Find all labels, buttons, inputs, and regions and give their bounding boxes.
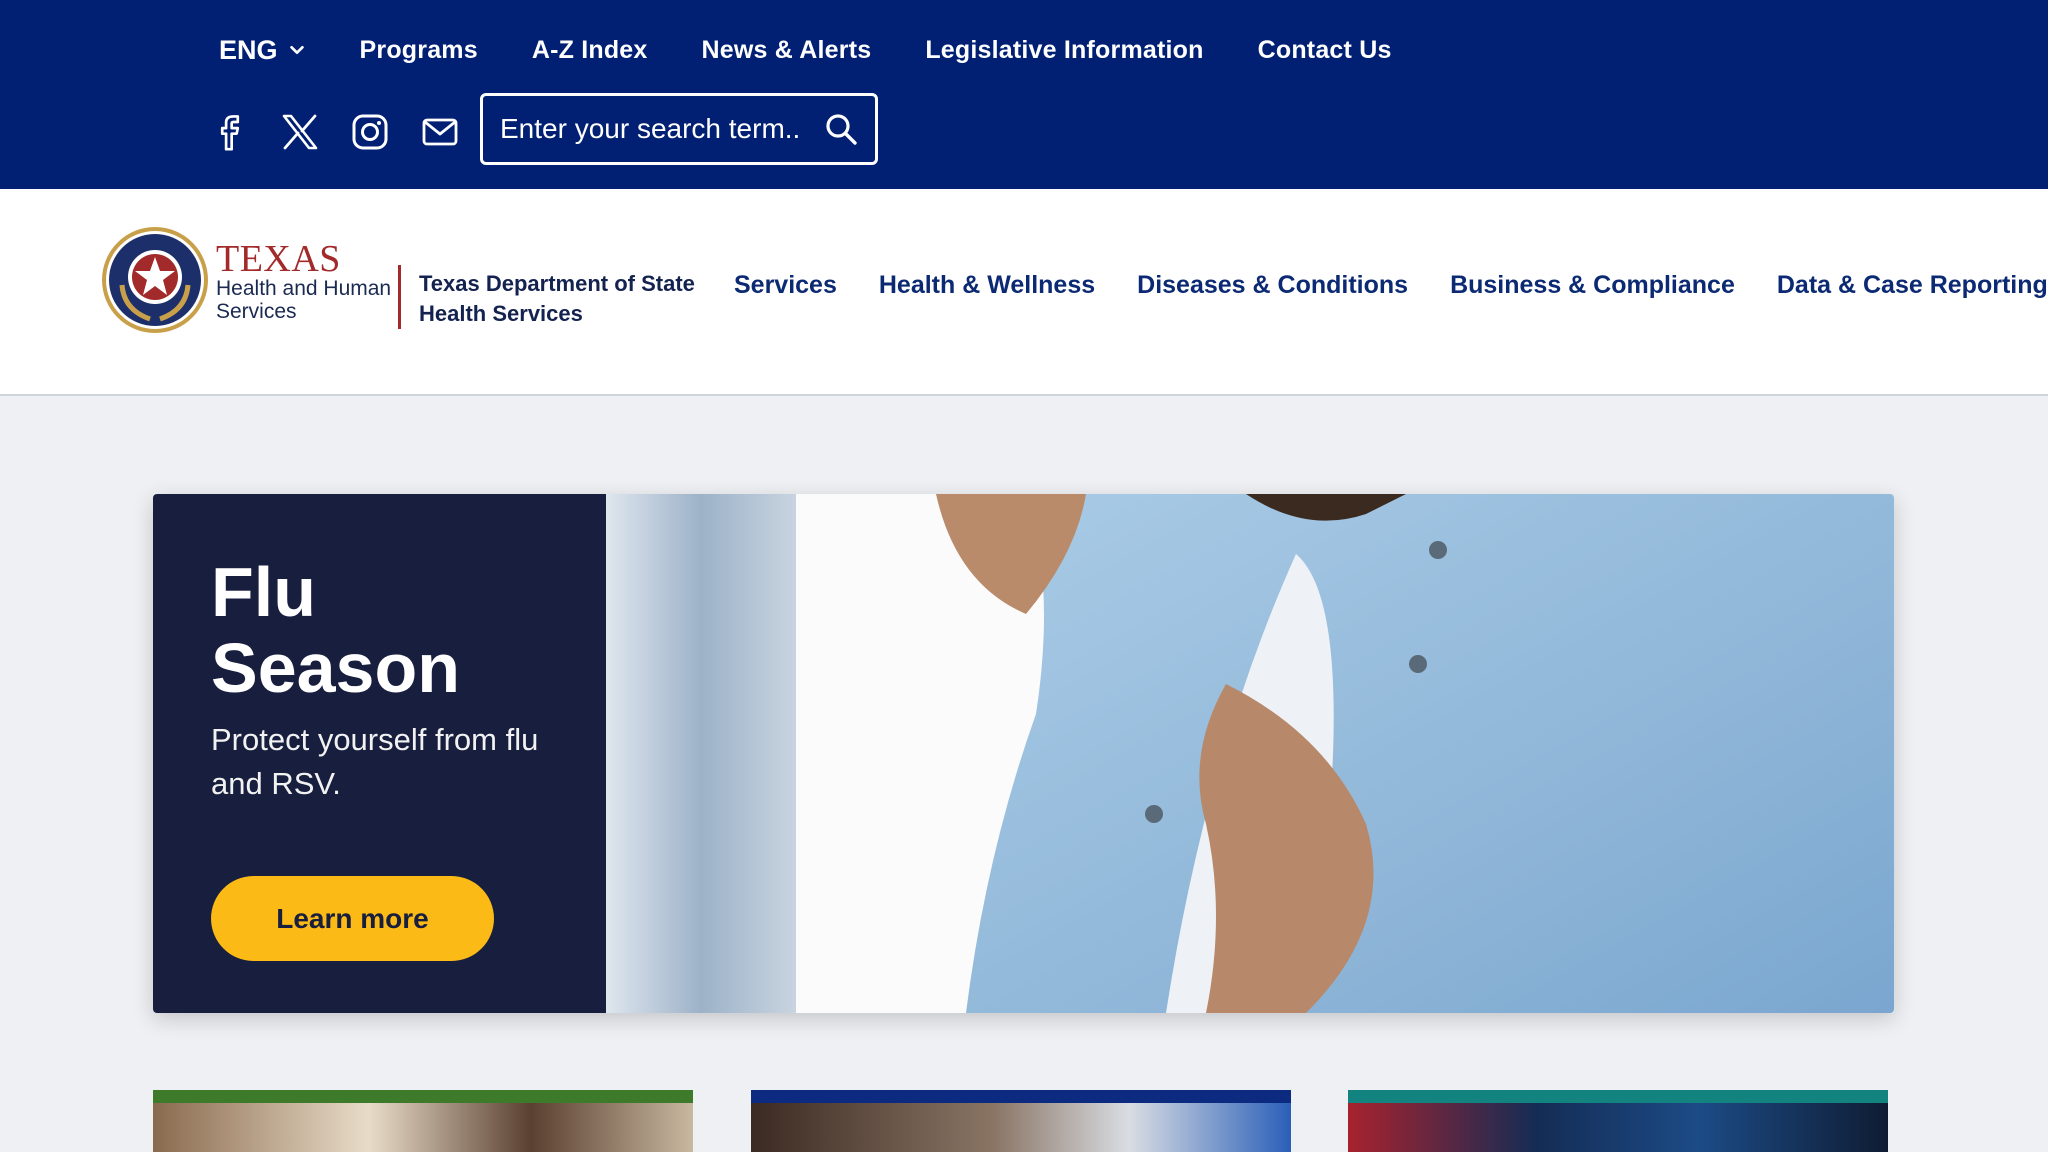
top-link-programs[interactable]: Programs [360,36,478,65]
brand-title: TEXAS [216,238,341,280]
hero-panel: Flu Season Protect yourself from flu and… [153,494,606,1013]
language-selector[interactable]: ENG [219,35,306,66]
brand-line-2: Services [216,300,297,323]
brand-divider [398,265,401,329]
hero-banner: Flu Season Protect yourself from flu and… [153,494,1894,1013]
dept-line-2: Health Services [419,301,583,326]
top-link-legislative-information[interactable]: Legislative Information [925,36,1203,65]
search-input[interactable] [500,113,823,145]
chevron-down-icon [289,45,304,55]
main-nav: Services Health & Wellness Diseases & Co… [734,271,2048,300]
instagram-icon[interactable] [350,112,390,152]
facebook-icon[interactable] [210,112,250,152]
search-box [480,93,878,165]
card-accent-bar [153,1090,693,1103]
language-label: ENG [219,34,278,65]
main-header: TEXAS Health and Human Services Texas De… [0,189,2048,396]
dept-line-1: Texas Department of State [419,271,695,296]
feature-card-3[interactable] [1348,1090,1888,1152]
x-icon[interactable] [280,112,320,152]
top-link-contact-us[interactable]: Contact Us [1258,36,1392,65]
card-accent-bar [1348,1090,1888,1103]
nav-health-wellness[interactable]: Health & Wellness [879,271,1095,300]
department-name[interactable]: Texas Department of State Health Service… [419,269,695,329]
search-icon[interactable] [823,111,859,147]
hhs-brand: TEXAS Health and Human Services [216,238,392,323]
nav-business-compliance[interactable]: Business & Compliance [1450,271,1735,300]
top-nav: ENG Programs A-Z Index News & Alerts Leg… [219,30,1392,70]
card-photo [153,1103,693,1152]
top-link-news-alerts[interactable]: News & Alerts [702,36,872,65]
nav-data-case-reporting[interactable]: Data & Case Reporting [1777,271,2048,300]
nav-diseases-conditions[interactable]: Diseases & Conditions [1137,271,1408,300]
card-photo [751,1103,1291,1152]
hero-title: Flu Season [211,553,460,707]
top-link-az-index[interactable]: A-Z Index [532,36,648,65]
card-accent-bar [751,1090,1291,1103]
social-links [210,112,460,152]
brand-line-1: Health and Human [216,277,392,300]
card-photo [1348,1103,1888,1152]
nav-services[interactable]: Services [734,271,837,300]
feature-card-2[interactable] [751,1090,1291,1152]
hero-photo [606,494,1894,1013]
texas-hhs-seal-logo[interactable] [100,225,210,335]
hero-subtitle: Protect yourself from flu and RSV. [211,722,539,801]
utility-bar: ENG Programs A-Z Index News & Alerts Leg… [0,0,2048,189]
learn-more-button[interactable]: Learn more [211,876,494,961]
email-icon[interactable] [420,112,460,152]
feature-card-1[interactable] [153,1090,693,1152]
